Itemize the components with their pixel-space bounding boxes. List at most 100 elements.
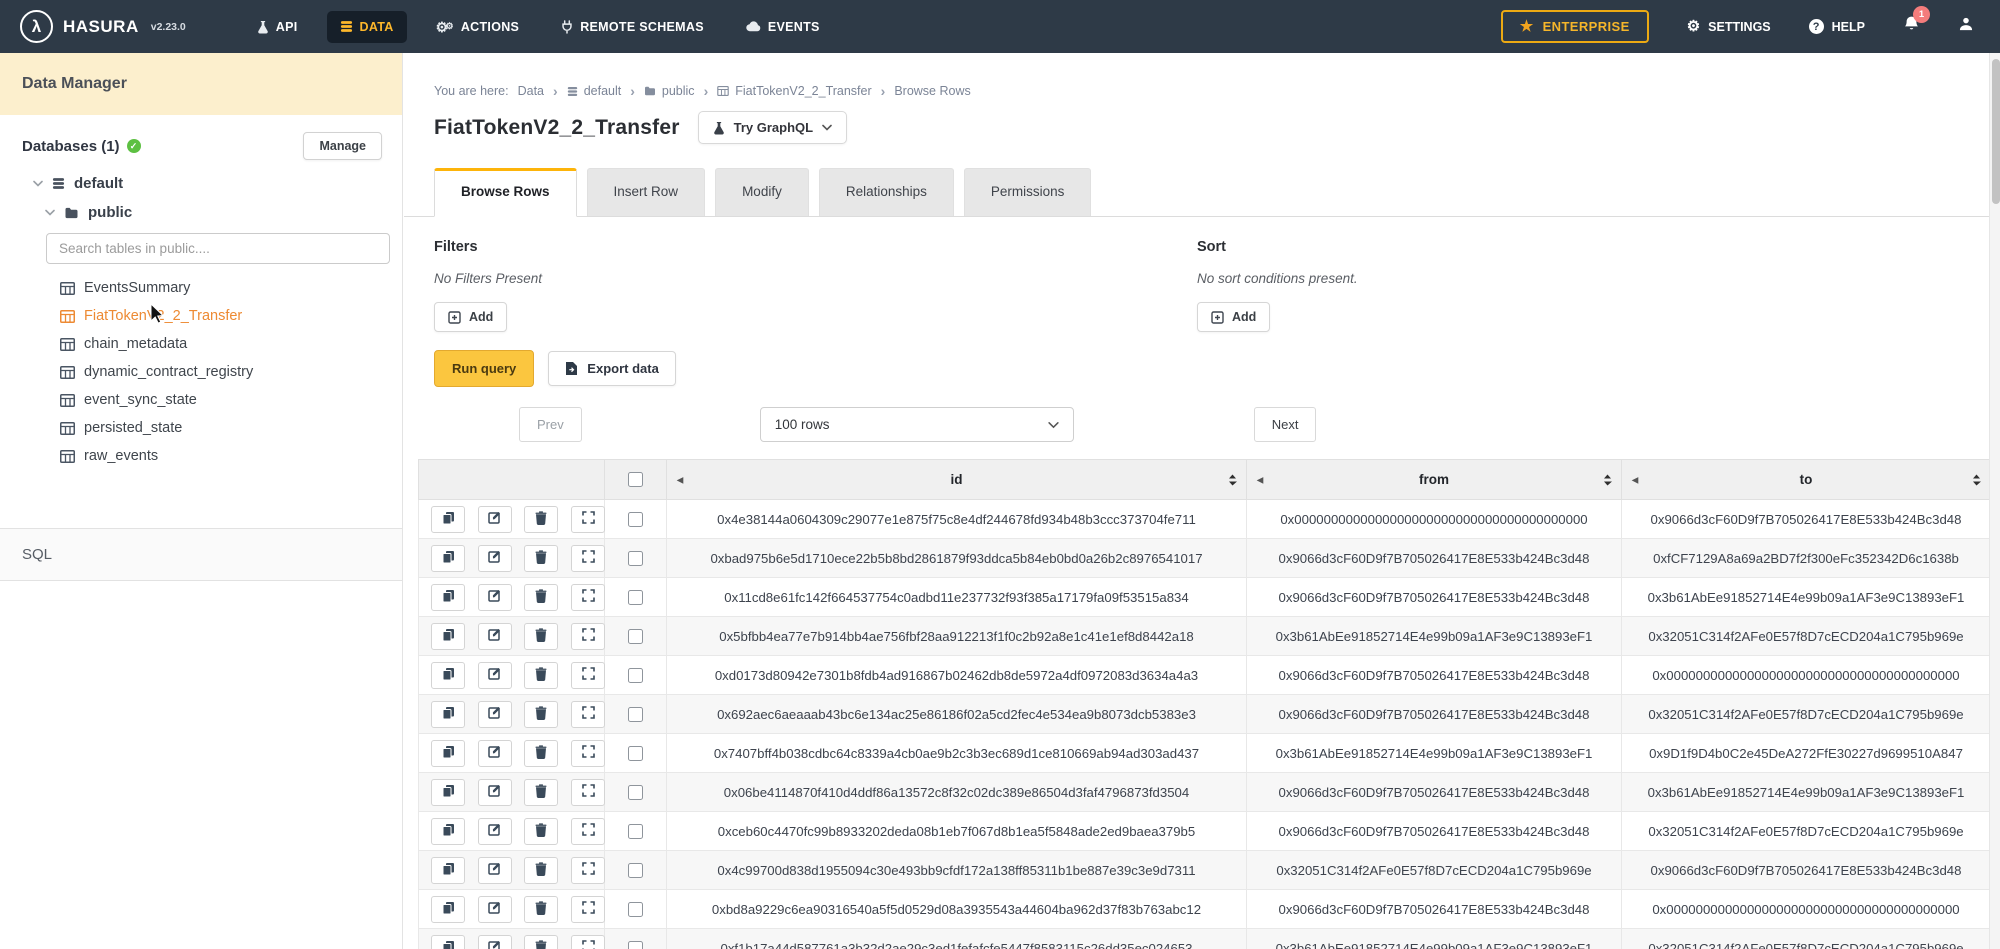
clone-row-button[interactable] (431, 545, 465, 572)
cell-to[interactable]: 0x3b61AbEe91852714E4e99b09a1AF3e9C13893e… (1622, 578, 1991, 617)
tab-modify[interactable]: Modify (715, 168, 809, 216)
breadcrumb-data[interactable]: Data (518, 84, 544, 98)
settings-button[interactable]: ⚙ SETTINGS (1687, 19, 1771, 34)
sidebar-table-item[interactable]: dynamic_contract_registry (0, 358, 402, 386)
row-checkbox[interactable] (628, 512, 643, 527)
delete-row-button[interactable] (524, 662, 558, 689)
delete-row-button[interactable] (524, 779, 558, 806)
cell-id[interactable]: 0xbd8a9229c6ea90316540a5f5d0529d08a39355… (667, 890, 1247, 929)
expand-row-button[interactable] (571, 662, 605, 689)
column-header-to[interactable]: ◀ to (1622, 460, 1991, 500)
cell-from[interactable]: 0x9066d3cF60D9f7B705026417E8E533b424Bc3d… (1247, 695, 1622, 734)
expand-row-button[interactable] (571, 506, 605, 533)
add-sort-button[interactable]: Add (1197, 302, 1270, 332)
vertical-scrollbar[interactable] (1989, 53, 2000, 949)
row-checkbox[interactable] (628, 902, 643, 917)
clone-row-button[interactable] (431, 662, 465, 689)
prev-page-button[interactable]: Prev (519, 407, 582, 442)
cell-from[interactable]: 0x3b61AbEe91852714E4e99b09a1AF3e9C13893e… (1247, 617, 1622, 656)
clone-row-button[interactable] (431, 935, 465, 949)
clone-row-button[interactable] (431, 857, 465, 884)
tab-browse-rows[interactable]: Browse Rows (434, 168, 577, 217)
delete-row-button[interactable] (524, 935, 558, 949)
delete-row-button[interactable] (524, 701, 558, 728)
breadcrumb-default[interactable]: default (567, 84, 622, 98)
delete-row-button[interactable] (524, 818, 558, 845)
next-page-button[interactable]: Next (1254, 407, 1317, 442)
expand-row-button[interactable] (571, 623, 605, 650)
row-checkbox[interactable] (628, 785, 643, 800)
cell-id[interactable]: 0xd0173d80942e7301b8fdb4ad916867b02462db… (667, 656, 1247, 695)
cell-id[interactable]: 0x06be4114870f410d4ddf86a13572c8f32c02dc… (667, 773, 1247, 812)
row-checkbox[interactable] (628, 590, 643, 605)
notifications-button[interactable]: 1 (1903, 15, 1920, 38)
delete-row-button[interactable] (524, 740, 558, 767)
hasura-logo[interactable]: λ HASURA v2.23.0 (20, 10, 186, 43)
expand-row-button[interactable] (571, 857, 605, 884)
sidebar-table-item[interactable]: raw_events (0, 442, 402, 470)
sidebar-table-item[interactable]: EventsSummary (0, 274, 402, 302)
cell-to[interactable]: 0x9066d3cF60D9f7B705026417E8E533b424Bc3d… (1622, 500, 1991, 539)
sidebar-table-item[interactable]: persisted_state (0, 414, 402, 442)
expand-row-button[interactable] (571, 701, 605, 728)
sidebar-item-sql[interactable]: SQL (0, 528, 402, 581)
collapse-column-icon[interactable]: ◀ (677, 475, 683, 484)
user-button[interactable] (1958, 16, 1974, 37)
column-header-id[interactable]: ◀ id (667, 460, 1247, 500)
try-graphql-button[interactable]: Try GraphQL (698, 111, 847, 144)
edit-row-button[interactable] (478, 896, 512, 923)
cell-id[interactable]: 0x4c99700d838d1955094c30e493bb9cfdf172a1… (667, 851, 1247, 890)
chevron-down-icon[interactable] (45, 209, 55, 216)
sidebar-table-item[interactable]: FiatTokenV2_2_Transfer (0, 302, 402, 330)
row-checkbox[interactable] (628, 551, 643, 566)
cell-from[interactable]: 0x00000000000000000000000000000000000000… (1247, 500, 1622, 539)
cell-from[interactable]: 0x32051C314f2AFe0E57f8D7cECD204a1C795b96… (1247, 851, 1622, 890)
cell-id[interactable]: 0xf1b17a44d587761a3b32d2ae29c3ed1fefafcf… (667, 929, 1247, 949)
edit-row-button[interactable] (478, 701, 512, 728)
cell-from[interactable]: 0x9066d3cF60D9f7B705026417E8E533b424Bc3d… (1247, 539, 1622, 578)
manage-button[interactable]: Manage (303, 132, 382, 160)
delete-row-button[interactable] (524, 857, 558, 884)
tree-node-default[interactable]: default (0, 175, 402, 192)
cell-id[interactable]: 0x7407bff4b038cdbc64c8339a4cb0ae9b2c3b3e… (667, 734, 1247, 773)
cell-to[interactable]: 0x32051C314f2AFe0E57f8D7cECD204a1C795b96… (1622, 929, 1991, 949)
clone-row-button[interactable] (431, 896, 465, 923)
expand-row-button[interactable] (571, 818, 605, 845)
delete-row-button[interactable] (524, 623, 558, 650)
collapse-column-icon[interactable]: ◀ (1632, 475, 1638, 484)
row-checkbox[interactable] (628, 941, 643, 949)
edit-row-button[interactable] (478, 935, 512, 949)
cell-to[interactable]: 0x9066d3cF60D9f7B705026417E8E533b424Bc3d… (1622, 851, 1991, 890)
row-checkbox[interactable] (628, 629, 643, 644)
clone-row-button[interactable] (431, 584, 465, 611)
breadcrumb-browse-rows[interactable]: Browse Rows (894, 84, 970, 98)
expand-row-button[interactable] (571, 779, 605, 806)
cell-from[interactable]: 0x9066d3cF60D9f7B705026417E8E533b424Bc3d… (1247, 656, 1622, 695)
tab-relationships[interactable]: Relationships (819, 168, 954, 216)
edit-row-button[interactable] (478, 857, 512, 884)
clone-row-button[interactable] (431, 623, 465, 650)
nav-item-actions[interactable]: ⚙⚙ ACTIONS (423, 11, 533, 43)
help-button[interactable]: ? HELP (1809, 19, 1865, 34)
search-tables-input[interactable] (46, 233, 390, 264)
sort-icon[interactable] (1972, 474, 1981, 486)
breadcrumb-public[interactable]: public (644, 84, 695, 98)
cell-id[interactable]: 0xceb60c4470fc99b8933202deda08b1eb7f067d… (667, 812, 1247, 851)
chevron-down-icon[interactable] (33, 180, 43, 187)
cell-id[interactable]: 0x11cd8e61fc142f664537754c0adbd11e237732… (667, 578, 1247, 617)
nav-item-data[interactable]: DATA (327, 11, 407, 43)
clone-row-button[interactable] (431, 506, 465, 533)
edit-row-button[interactable] (478, 623, 512, 650)
nav-item-api[interactable]: API (244, 11, 311, 43)
edit-row-button[interactable] (478, 818, 512, 845)
breadcrumb-table[interactable]: FiatTokenV2_2_Transfer (717, 84, 871, 98)
row-checkbox[interactable] (628, 668, 643, 683)
edit-row-button[interactable] (478, 740, 512, 767)
cell-id[interactable]: 0x4e38144a0604309c29077e1e875f75c8e4df24… (667, 500, 1247, 539)
expand-row-button[interactable] (571, 896, 605, 923)
clone-row-button[interactable] (431, 701, 465, 728)
row-checkbox[interactable] (628, 863, 643, 878)
expand-row-button[interactable] (571, 935, 605, 949)
row-checkbox[interactable] (628, 746, 643, 761)
clone-row-button[interactable] (431, 818, 465, 845)
